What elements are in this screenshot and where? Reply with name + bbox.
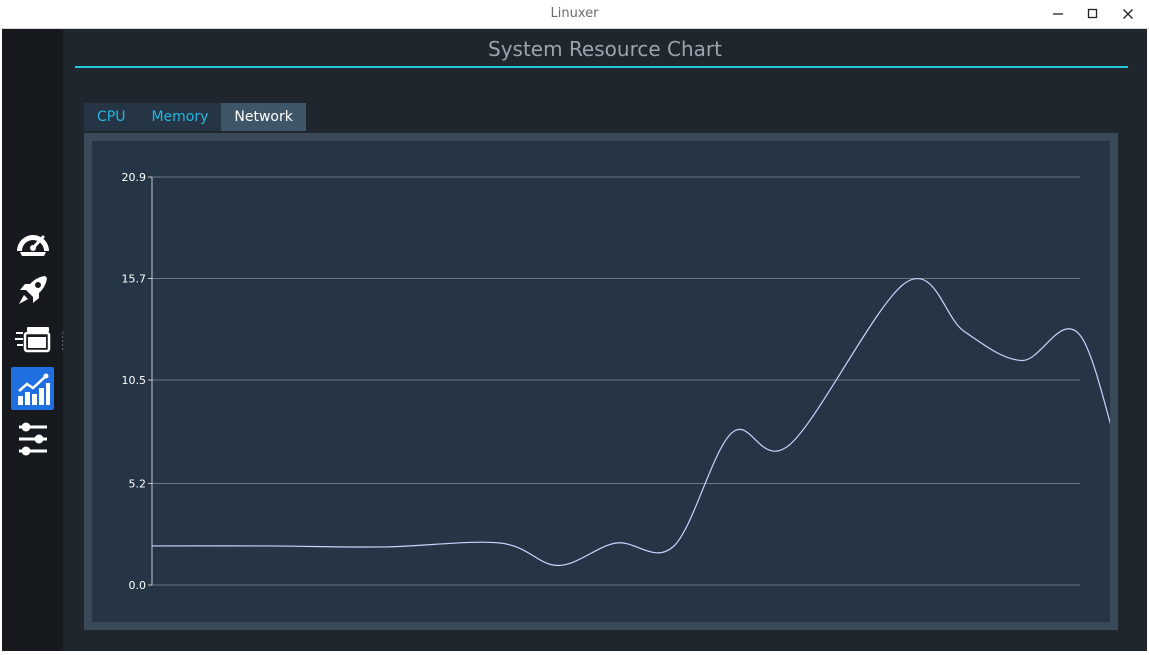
sliders-icon xyxy=(18,422,47,455)
sidebar-item-startup[interactable] xyxy=(11,268,54,311)
series-line-network xyxy=(151,278,1110,567)
tab-memory[interactable]: Memory xyxy=(138,103,222,131)
maximize-icon xyxy=(1087,8,1098,19)
sidebar-item-settings[interactable] xyxy=(11,417,54,460)
sidebar xyxy=(2,29,63,651)
tab-cpu[interactable]: CPU xyxy=(84,103,139,131)
sidebar-item-dashboard[interactable] xyxy=(11,219,54,262)
close-button[interactable] xyxy=(1116,4,1140,24)
tab-network[interactable]: Network xyxy=(221,103,306,131)
y-tick-label: 0.0 xyxy=(129,579,147,592)
y-tick-label: 15.7 xyxy=(122,273,147,286)
sidebar-item-resources[interactable] xyxy=(11,367,54,410)
window-titlebar: Linuxer xyxy=(0,0,1149,29)
chart-frame: 20.9 15.7 10.5 5.2 0.0 xyxy=(84,133,1118,630)
window-title: Linuxer xyxy=(550,6,599,21)
close-icon xyxy=(1123,9,1133,19)
y-tick-label: 10.5 xyxy=(122,374,147,387)
resource-tabs: CPU Memory Network xyxy=(84,103,306,131)
rocket-icon xyxy=(18,275,47,304)
maximize-button[interactable] xyxy=(1081,4,1105,24)
network-line-chart: 20.9 15.7 10.5 5.2 0.0 xyxy=(122,171,1110,592)
minimize-button[interactable] xyxy=(1046,4,1070,24)
minimize-icon xyxy=(1053,13,1063,15)
page-title: System Resource Chart xyxy=(488,37,722,61)
window-stack-icon xyxy=(14,326,50,352)
main-panel: System Resource Chart CPU Memory Network… xyxy=(63,29,1147,651)
y-tick-label: 20.9 xyxy=(122,171,147,184)
bar-chart-icon xyxy=(17,373,50,405)
title-divider xyxy=(75,66,1128,68)
speedometer-icon xyxy=(16,234,49,256)
sidebar-item-processes[interactable] xyxy=(11,317,54,360)
y-tick-label: 5.2 xyxy=(129,477,147,490)
chart-panel: 20.9 15.7 10.5 5.2 0.0 xyxy=(92,141,1110,622)
